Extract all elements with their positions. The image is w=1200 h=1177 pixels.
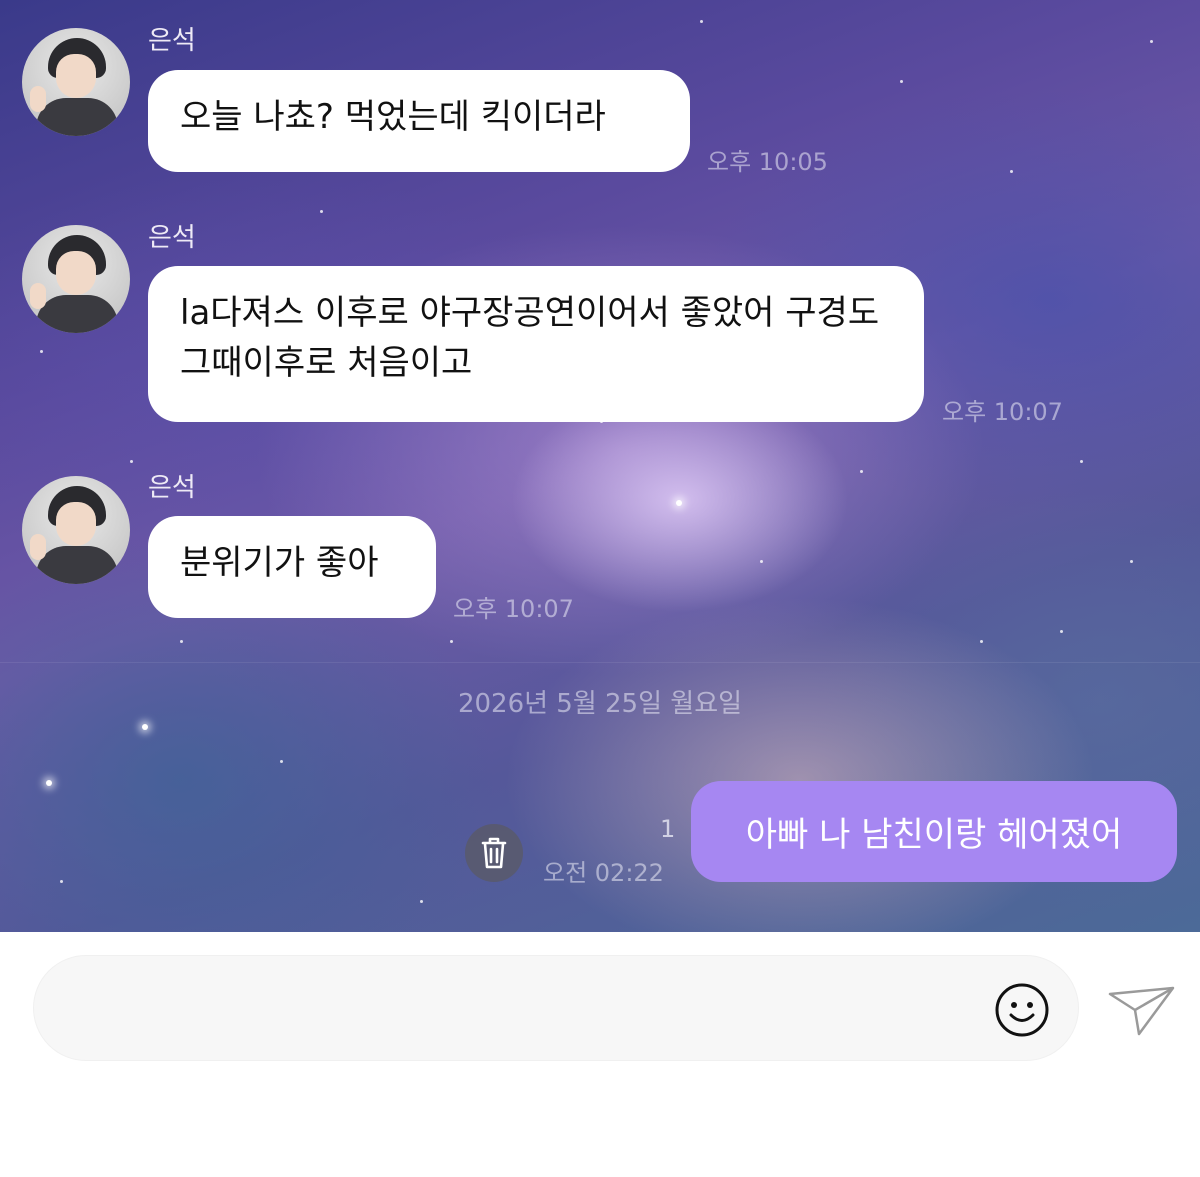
smiley-icon[interactable] [994, 982, 1050, 1038]
avatar[interactable] [22, 476, 130, 584]
paper-plane-icon[interactable] [1107, 982, 1177, 1038]
sender-name: 은석 [148, 26, 196, 56]
sender-name: 은석 [148, 473, 196, 503]
message-bubble[interactable]: la다져스 이후로 야구장공연이어서 좋았어 구경도 그때이후로 처음이고 [148, 266, 924, 422]
message-bubble[interactable]: 오늘 나쵸? 먹었는데 킥이더라 [148, 70, 690, 172]
trash-icon[interactable] [465, 824, 523, 882]
message-bubble[interactable]: 분위기가 좋아 [148, 516, 436, 618]
message-input[interactable] [33, 955, 1079, 1061]
unread-count: 1 [660, 815, 676, 843]
message-time: 오후 10:07 [453, 595, 574, 623]
avatar[interactable] [22, 28, 130, 136]
my-message-bubble[interactable]: 아빠 나 남친이랑 헤어졌어 [691, 781, 1177, 882]
message-time: 오전 02:22 [543, 859, 664, 887]
divider [0, 662, 1200, 663]
message-time: 오후 10:07 [942, 398, 1063, 426]
date-separator: 2026년 5월 25일 월요일 [457, 689, 743, 719]
sender-name: 은석 [148, 223, 196, 253]
avatar[interactable] [22, 225, 130, 333]
message-time: 오후 10:05 [707, 148, 828, 176]
chat-background: 은석 오늘 나쵸? 먹었는데 킥이더라 오후 10:05 은석 la다져스 이후… [0, 0, 1200, 932]
